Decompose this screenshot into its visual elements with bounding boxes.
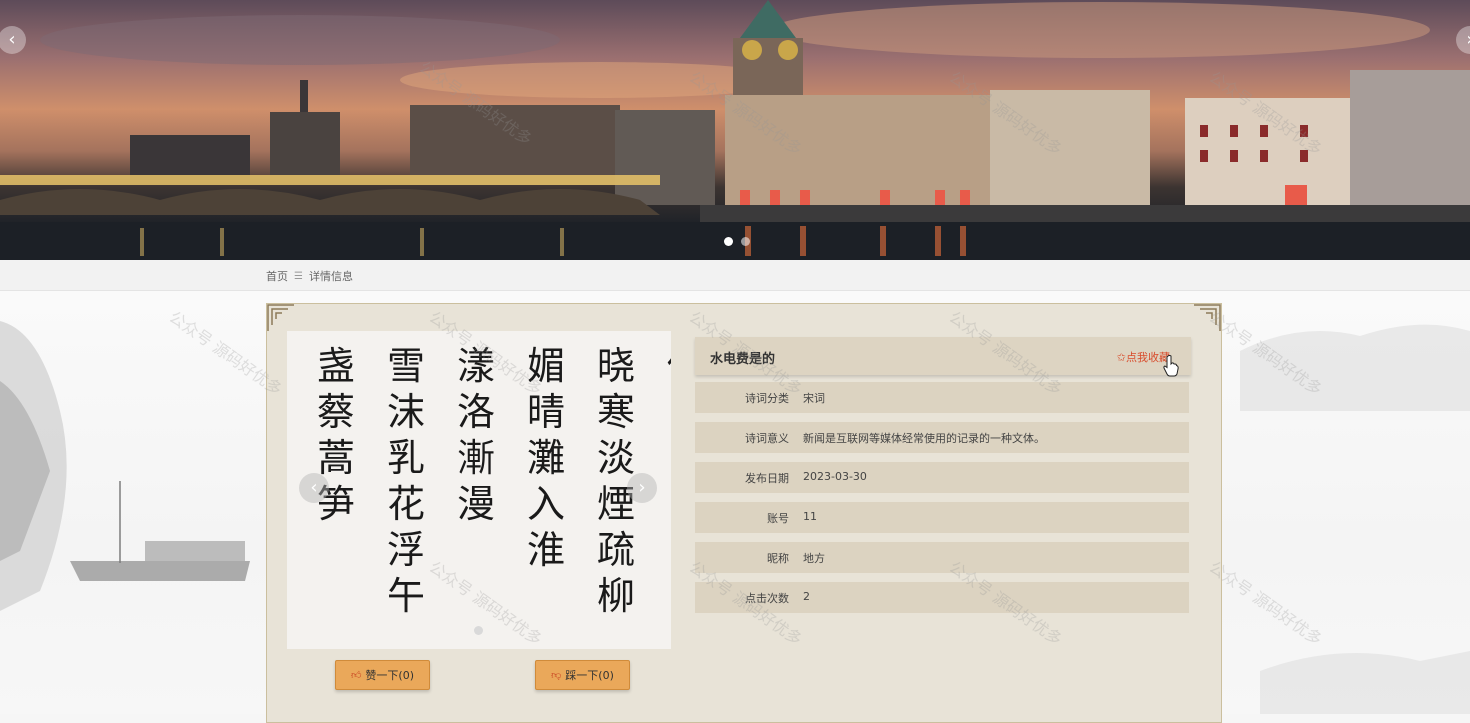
info-row-category: 诗词分类 宋词: [695, 382, 1189, 413]
calligraphy-column: 佃: [667, 344, 671, 388]
chevron-right-icon: ›: [638, 477, 646, 498]
like-button[interactable]: 👍︎ 赞一下(0): [335, 660, 430, 690]
banner-dot-2[interactable]: [741, 237, 750, 246]
gallery-dot[interactable]: [474, 626, 483, 635]
thumbs-up-icon: 👍︎: [350, 670, 362, 681]
info-label: 诗词分类: [745, 392, 789, 405]
hero-banner: ‹ ›: [0, 0, 1470, 260]
calligraphy-column: 媚晴灘入淮: [527, 344, 565, 572]
info-row-nickname: 昵称 地方: [695, 542, 1189, 573]
dislike-button[interactable]: 👎︎ 踩一下(0): [535, 660, 630, 690]
chevron-left-icon: ‹: [310, 477, 318, 498]
info-label: 诗词意义: [745, 432, 789, 445]
banner-pagination: [724, 237, 750, 246]
info-value: 宋词: [803, 392, 825, 405]
info-row-publish-date: 发布日期 2023-03-30: [695, 462, 1189, 493]
breadcrumb-home-link[interactable]: 首页: [266, 268, 288, 284]
info-label: 昵称: [767, 552, 789, 565]
info-row-account: 账号 11: [695, 502, 1189, 533]
dislike-label: 踩一下(0): [565, 669, 614, 682]
info-value: 11: [803, 510, 817, 523]
gallery-prev-button[interactable]: ‹: [299, 473, 329, 503]
chevron-right-icon: ›: [1466, 29, 1470, 50]
info-value: 地方: [803, 552, 825, 565]
info-label: 点击次数: [745, 592, 789, 605]
info-label: 发布日期: [745, 472, 789, 485]
info-row-click-count: 点击次数 2: [695, 582, 1189, 613]
hand-cursor-icon: [1163, 355, 1179, 377]
info-value: 2: [803, 590, 810, 603]
info-label: 账号: [767, 512, 789, 525]
info-row-meaning: 诗词意义 新闻是互联网等媒体经常使用的记录的一种文体。: [695, 422, 1189, 453]
breadcrumb: 首页 ☰ 详情信息: [266, 268, 353, 284]
breadcrumb-bar: 首页 ☰ 详情信息: [0, 260, 1470, 291]
calligraphy-column: 雪沫乳花浮午: [387, 344, 425, 618]
poem-title: 水电费是的: [710, 352, 776, 367]
poem-image-carousel[interactable]: 盏蔡蒿笋雪沫乳花浮午漾洛漸漫媚晴灘入淮晓寒淡煙疏柳佃: [287, 331, 671, 649]
thumbs-down-icon: 👎︎: [551, 670, 562, 681]
info-value: 新闻是互联网等媒体经常使用的记录的一种文体。: [803, 432, 1045, 445]
info-value: 2023-03-30: [803, 470, 867, 483]
gallery-next-button[interactable]: ›: [627, 473, 657, 503]
calligraphy-image: 盏蔡蒿笋雪沫乳花浮午漾洛漸漫媚晴灘入淮晓寒淡煙疏柳佃: [317, 344, 671, 618]
poem-title-bar: 水电费是的 ✩点我收藏: [695, 337, 1191, 375]
like-label: 赞一下(0): [365, 669, 415, 682]
breadcrumb-separator-icon: ☰: [294, 270, 303, 282]
city-skyline-image: [0, 0, 1470, 260]
chevron-left-icon: ‹: [8, 29, 16, 50]
calligraphy-column: 漾洛漸漫: [457, 344, 495, 526]
banner-dot-1[interactable]: [724, 237, 733, 246]
breadcrumb-current: 详情信息: [308, 270, 353, 283]
corner-ornament-icon: [267, 304, 294, 331]
corner-ornament-icon: [1194, 304, 1221, 331]
